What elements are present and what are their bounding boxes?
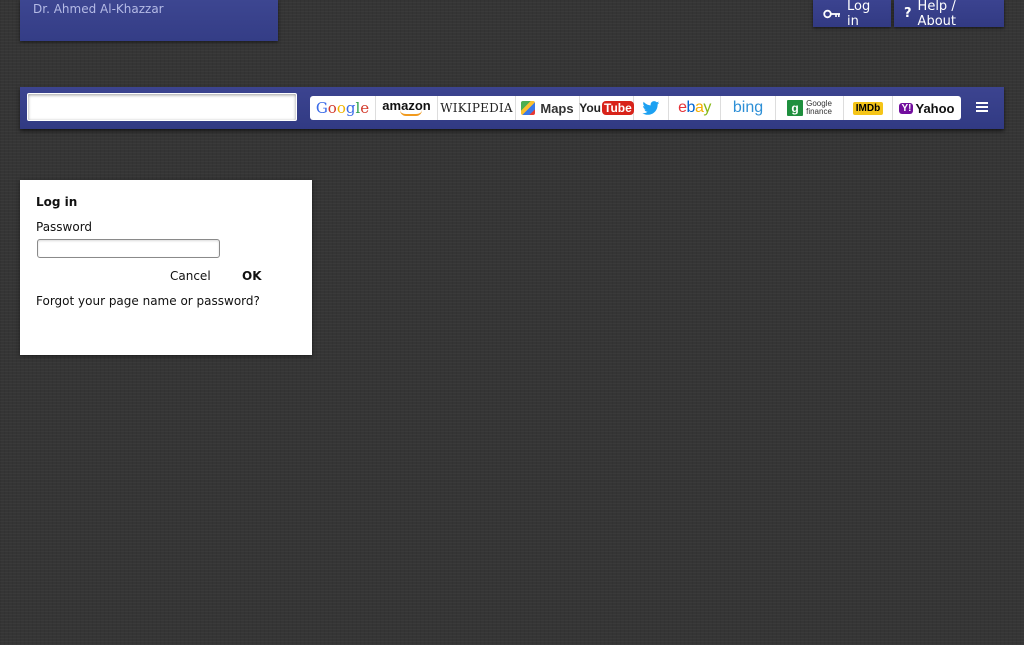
forgot-password-link[interactable]: Forgot your page name or password? (36, 294, 260, 308)
password-input[interactable] (37, 239, 220, 258)
bing-logo: bing (732, 99, 764, 116)
login-button-label: Log in (847, 0, 871, 29)
imdb-logo: IMDb (852, 101, 884, 115)
yahoo-logo: Yahoo (915, 100, 955, 116)
login-button[interactable]: Log in (813, 0, 891, 29)
login-title: Log in (36, 195, 78, 209)
engine-yahoo[interactable]: Y! Yahoo (893, 96, 961, 120)
engine-twitter[interactable] (634, 96, 669, 120)
help-about-label: Help / About (917, 0, 956, 29)
youtube-logo: You Tube (579, 101, 634, 115)
ok-button[interactable]: OK (242, 269, 262, 283)
engine-imdb[interactable]: IMDb (844, 96, 893, 120)
help-about-button[interactable]: ? Help / About (894, 0, 1004, 29)
twitter-bird-icon (642, 100, 660, 115)
wikipedia-logo: WIKIPEDIA (440, 101, 513, 115)
google-finance-icon: g (787, 100, 804, 116)
hamburger-menu-icon[interactable] (976, 101, 988, 113)
engine-maps[interactable]: Maps (516, 96, 580, 120)
owner-name: Dr. Ahmed Al-Khazzar (33, 2, 164, 16)
cancel-button[interactable]: Cancel (170, 269, 211, 283)
password-label: Password (36, 220, 93, 234)
google-logo: Google (315, 99, 370, 117)
search-input[interactable] (27, 93, 297, 121)
amazon-smile-icon (399, 110, 422, 116)
search-bar: Google amazon WIKIPEDIA Maps You Tube eba… (20, 87, 1004, 129)
question-mark-icon: ? (904, 6, 912, 21)
engine-google-finance[interactable]: g Google finance (776, 96, 844, 120)
engine-bing[interactable]: bing (721, 96, 776, 120)
key-icon (823, 9, 841, 19)
engine-amazon[interactable]: amazon (376, 96, 438, 120)
maps-label: Maps (540, 100, 574, 116)
google-finance-logo: Google finance (806, 99, 832, 116)
engine-ebay[interactable]: ebay (669, 96, 721, 120)
ebay-logo: ebay (678, 99, 711, 116)
engine-wikipedia[interactable]: WIKIPEDIA (438, 96, 516, 120)
yahoo-icon: Y! (899, 102, 914, 114)
engine-google[interactable]: Google (310, 96, 376, 120)
login-dialog: Log in Password Cancel OK Forgot your pa… (20, 180, 312, 355)
engine-youtube[interactable]: You Tube (579, 96, 634, 120)
owner-panel: Dr. Ahmed Al-Khazzar (20, 0, 278, 41)
search-engine-list: Google amazon WIKIPEDIA Maps You Tube eba… (310, 96, 961, 120)
google-maps-icon (521, 101, 536, 115)
